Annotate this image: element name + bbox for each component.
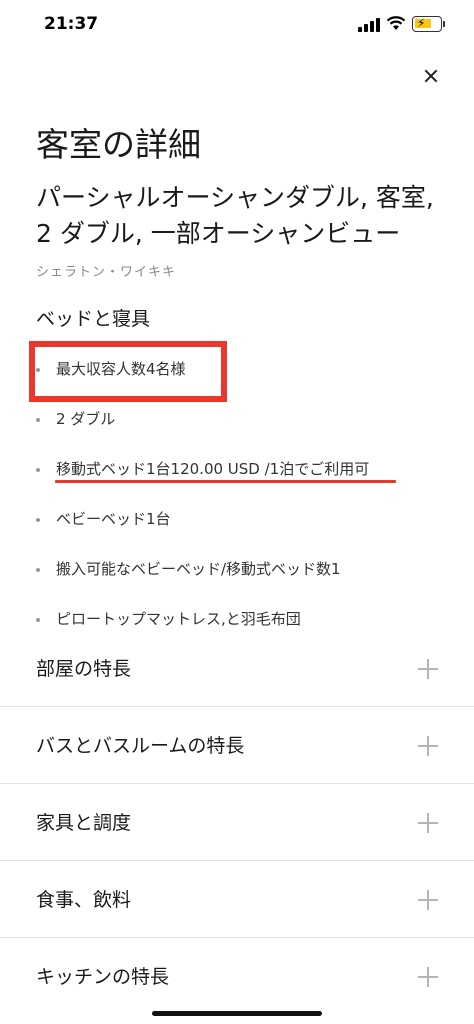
plus-icon[interactable]: [418, 736, 438, 756]
bullet-icon: [36, 618, 40, 622]
beds-section-heading: ベッドと寝具: [36, 308, 151, 330]
bullet-icon: [36, 518, 40, 522]
accordion-food-beverage[interactable]: 食事、飲料: [0, 861, 474, 938]
hotel-name: シェラトン・ワイキキ: [36, 265, 177, 280]
bullet-icon: [36, 568, 40, 572]
bed-list-item: 2 ダブル: [36, 400, 446, 450]
accordion-label: キッチンの特長: [36, 966, 170, 988]
battery-cap: [443, 21, 445, 27]
bed-item-text: 移動式ベッド1台120.00 USD /1泊でご利用可: [56, 460, 370, 478]
plus-icon[interactable]: [418, 967, 438, 987]
accordion-kitchen-features[interactable]: キッチンの特長: [0, 938, 474, 1015]
plus-icon[interactable]: [418, 659, 438, 679]
close-icon: [417, 62, 445, 90]
bed-item-text: ピロートップマットレス,と羽毛布団: [56, 610, 301, 628]
battery-icon: ⚡: [412, 16, 442, 32]
signal-icon: [358, 18, 380, 32]
home-indicator[interactable]: [152, 1011, 322, 1016]
bullet-icon: [36, 418, 40, 422]
accordion-furnishings[interactable]: 家具と調度: [0, 784, 474, 861]
plus-icon[interactable]: [418, 890, 438, 910]
accordion-label: バスとバスルームの特長: [36, 735, 245, 757]
annotation-underline: [55, 480, 396, 483]
bed-item-text: ベビーベッド1台: [56, 510, 171, 528]
accordion-label: 部屋の特長: [36, 658, 132, 680]
bed-list-item: ベビーベッド1台: [36, 500, 446, 550]
bed-list-item: 移動式ベッド1台120.00 USD /1泊でご利用可: [36, 450, 446, 500]
accordion-label: 食事、飲料: [36, 889, 132, 911]
status-time: 21:37: [44, 14, 99, 34]
accordion-room-features[interactable]: 部屋の特長: [0, 630, 474, 707]
bed-list-item: 搬入可能なベビーベッド/移動式ベッド数1: [36, 550, 446, 600]
wifi-icon: [386, 16, 406, 30]
bed-item-text: 2 ダブル: [56, 410, 116, 428]
accordion-label: 家具と調度: [36, 812, 132, 834]
accordion-bathroom-features[interactable]: バスとバスルームの特長: [0, 707, 474, 784]
annotation-highlight-box: [29, 341, 227, 402]
status-bar: 21:37 ⚡: [0, 0, 474, 50]
bullet-icon: [36, 468, 40, 472]
close-button[interactable]: [417, 62, 445, 90]
feature-accordion: 部屋の特長 バスとバスルームの特長 家具と調度 食事、飲料 キッチンの特長: [0, 630, 474, 1015]
page-title: 客室の詳細: [36, 125, 201, 164]
plus-icon[interactable]: [418, 813, 438, 833]
bed-item-text: 搬入可能なベビーベッド/移動式ベッド数1: [56, 560, 341, 578]
room-name: パーシャルオーシャンダブル, 客室, 2 ダブル, 一部オーシャンビュー: [36, 183, 434, 248]
